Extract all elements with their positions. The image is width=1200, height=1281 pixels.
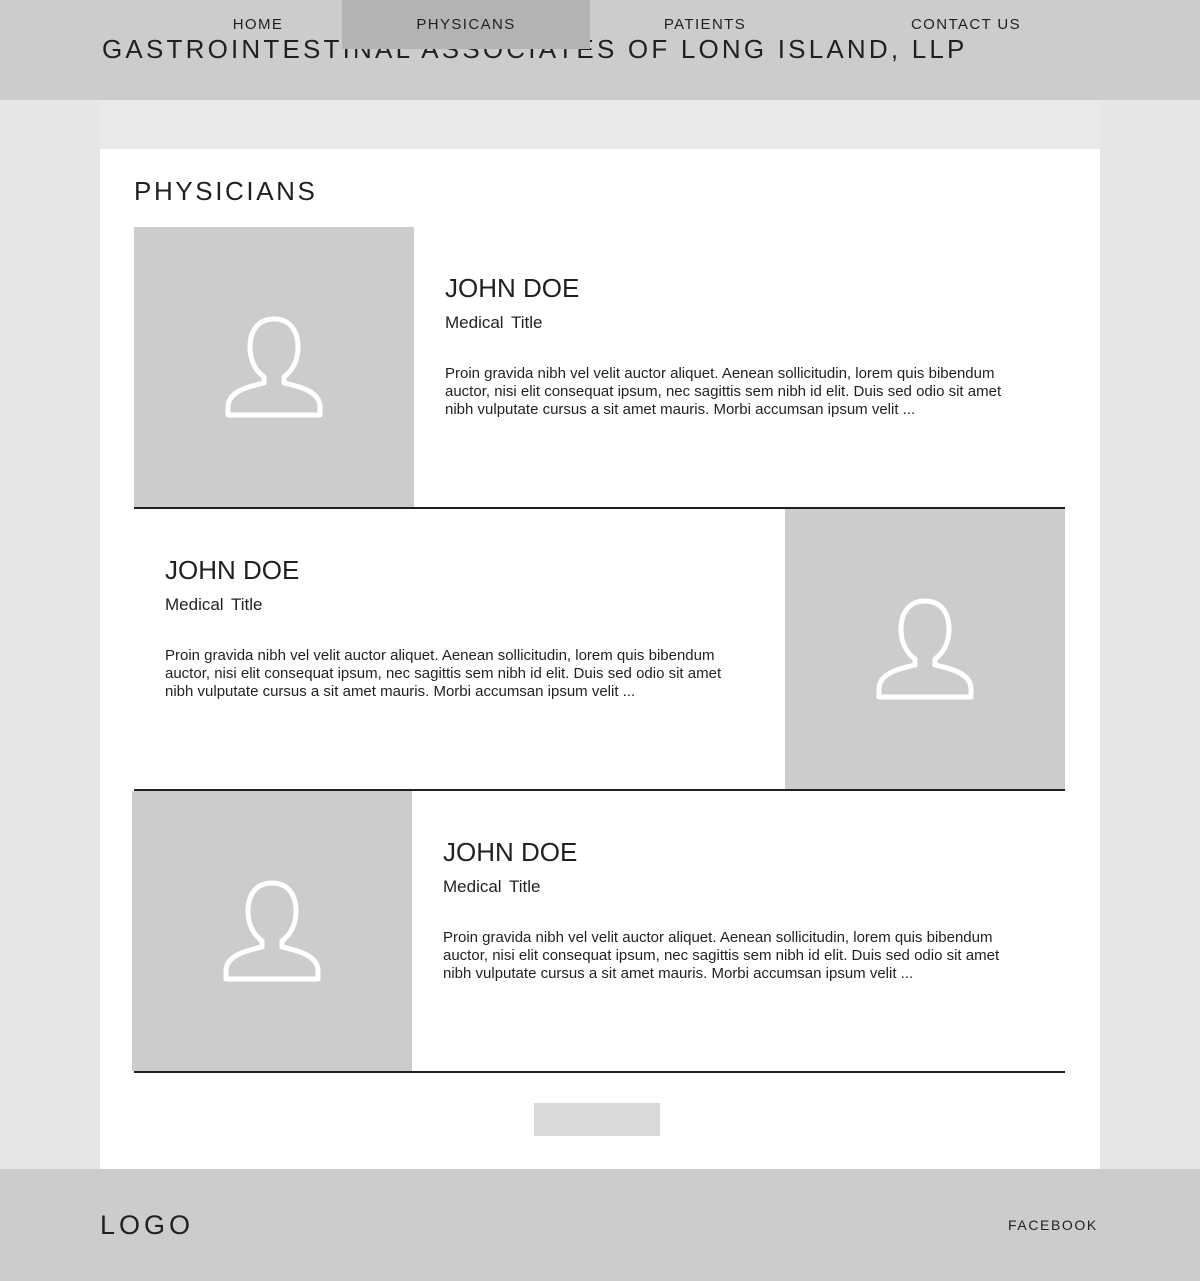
nav-item-patients[interactable]: PATIENTS	[605, 0, 805, 49]
physician-title: Medical Title	[445, 313, 543, 332]
physician-bio: Proin gravida nibh vel velit auctor aliq…	[445, 365, 1002, 418]
physician-name: JOHN DOE	[443, 837, 578, 867]
nav-item-contact-us[interactable]: CONTACT US	[866, 0, 1066, 49]
physician-photo-placeholder[interactable]	[134, 227, 414, 507]
physician-bio: Proin gravida nibh vel velit auctor aliq…	[165, 647, 722, 700]
load-more-button[interactable]	[534, 1103, 660, 1136]
page-title: PHYSICIANS	[134, 176, 318, 206]
physician-title: Medical Title	[443, 877, 541, 896]
facebook-link[interactable]: FACEBOOK	[1008, 1217, 1098, 1233]
physician-title: Medical Title	[165, 595, 263, 614]
nav-item-physicians[interactable]: PHYSICANS	[342, 0, 590, 49]
physician-photo-placeholder[interactable]	[132, 791, 412, 1071]
divider	[134, 1071, 1065, 1073]
user-icon	[223, 880, 321, 982]
physician-photo-placeholder[interactable]	[785, 509, 1065, 789]
physician-bio: Proin gravida nibh vel velit auctor aliq…	[443, 929, 1000, 982]
footer-logo: LOGO	[100, 1210, 195, 1240]
physician-name: JOHN DOE	[165, 555, 300, 585]
user-icon	[225, 316, 323, 418]
nav-item-home[interactable]: HOME	[158, 0, 358, 49]
user-icon	[876, 598, 974, 700]
main-nav	[100, 100, 1100, 149]
physician-name: JOHN DOE	[445, 273, 580, 303]
